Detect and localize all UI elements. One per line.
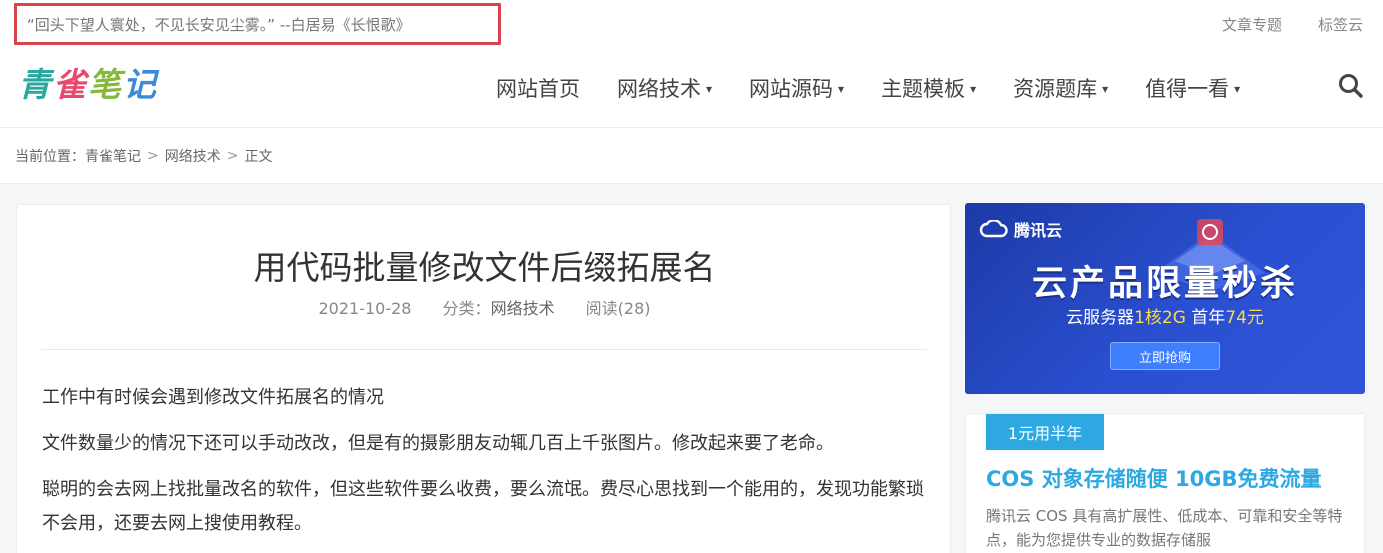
nav-label: 资源题库 <box>1013 77 1098 101</box>
banner-subline: 云服务器1核2G 首年74元 <box>965 303 1365 328</box>
logo-char: 记 <box>123 65 158 104</box>
chevron-down-icon: ▾ <box>1234 82 1241 96</box>
chevron-down-icon: ▾ <box>970 82 977 96</box>
article-date: 2021-10-28 <box>318 299 412 318</box>
article-reads: 阅读(28) <box>585 299 651 318</box>
article-paragraph: 工作中有时候会遇到修改文件拓展名的情况 <box>42 387 384 408</box>
article-paragraph: 文件数量少的情况下还可以手动改改，但是有的摄影朋友动辄几百上千张图片。修改起来要… <box>42 433 834 454</box>
banner-sub-highlight: 1核2G <box>1134 308 1186 328</box>
top-links: 文章专题 标签云 <box>1222 0 1363 48</box>
nav-item-site-source[interactable]: 网站源码 ▾ <box>749 73 844 103</box>
breadcrumb: 当前位置： 青雀笔记 > 网络技术 > 正文 <box>15 146 272 166</box>
cloud-icon <box>979 220 1008 238</box>
category-link[interactable]: 网络技术 <box>491 299 555 318</box>
banner-headline: 云产品限量秒杀 <box>1031 264 1298 304</box>
nav-item-worth-seeing[interactable]: 值得一看 ▾ <box>1145 73 1240 103</box>
article-body: 工作中有时候会遇到修改文件拓展名的情况 文件数量少的情况下还可以手动改改，但是有… <box>42 381 930 553</box>
promo-badge: 1元用半年 <box>986 414 1104 450</box>
banner-sub-text: 云服务器 <box>1066 308 1135 328</box>
main-nav: 网站首页 网络技术 ▾ 网站源码 ▾ 主题模板 ▾ 资源题库 ▾ 值得一看 ▾ <box>496 48 1277 128</box>
banner-sub-highlight: 74元 <box>1225 308 1264 328</box>
site-logo[interactable]: 青 雀 笔 记 <box>18 58 158 106</box>
buy-now-button[interactable]: 立即抢购 <box>1110 342 1220 370</box>
article-title: 用代码批量修改文件后缀拓展名 <box>253 248 716 287</box>
search-icon[interactable] <box>1337 72 1365 100</box>
promo-title-link[interactable]: COS 对象存储随便 10GB免费流量 <box>986 463 1321 493</box>
article-meta: 2021-10-28 分类：网络技术 阅读(28) <box>17 295 952 319</box>
nav-label: 值得一看 <box>1145 77 1230 101</box>
nav-item-home[interactable]: 网站首页 <box>496 73 580 103</box>
nav-label: 主题模板 <box>881 77 966 101</box>
nav-item-resources[interactable]: 资源题库 ▾ <box>1013 73 1108 103</box>
banner-brand: 腾讯云 <box>1014 221 1063 240</box>
cos-promo-card: 1元用半年 COS 对象存储随便 10GB免费流量 腾讯云 COS 具有高扩展性… <box>965 413 1365 553</box>
nav-item-themes[interactable]: 主题模板 ▾ <box>881 73 976 103</box>
category-prefix: 分类： <box>442 299 491 318</box>
nav-item-network-tech[interactable]: 网络技术 ▾ <box>617 73 712 103</box>
logo-char: 青 <box>18 65 53 104</box>
nav-label: 网站首页 <box>496 77 580 101</box>
site-header: 青 雀 笔 记 网站首页 网络技术 ▾ 网站源码 ▾ 主题模板 ▾ 资源题库 ▾… <box>0 48 1383 128</box>
poem-quote: “回头下望人寰处，不见长安见尘雾。” --白居易《长恨歌》 <box>27 15 411 34</box>
chevron-down-icon: ▾ <box>1102 82 1109 96</box>
breadcrumb-separator: > <box>226 148 239 164</box>
logo-char: 笔 <box>88 65 123 104</box>
nav-label: 网络技术 <box>617 77 701 101</box>
chevron-down-icon: ▾ <box>838 82 845 96</box>
article-paragraph: 聪明的会去网上找批量改名的软件，但这些软件要么收费，要么流氓。费尽心思找到一个能… <box>42 479 924 534</box>
tencent-cloud-logo: 腾讯云 <box>979 217 1062 241</box>
breadcrumb-current: 正文 <box>244 149 273 165</box>
chevron-down-icon: ▾ <box>706 82 713 96</box>
quote-box: “回头下望人寰处，不见长安见尘雾。” --白居易《长恨歌》 <box>14 3 501 45</box>
banner-sub-text: 首年 <box>1185 308 1226 328</box>
article-card: 用代码批量修改文件后缀拓展名 2021-10-28 分类：网络技术 阅读(28)… <box>16 204 951 553</box>
breadcrumb-separator: > <box>147 148 159 164</box>
top-bar: “回头下望人寰处，不见长安见尘雾。” --白居易《长恨歌》 文章专题 标签云 <box>0 0 1383 48</box>
promo-description: 腾讯云 COS 具有高扩展性、低成本、可靠和安全等特点，能为您提供专业的数据存储… <box>986 507 1343 549</box>
logo-char: 雀 <box>53 65 88 104</box>
tencent-cloud-banner[interactable]: 腾讯云 云产品限量秒杀 云服务器1核2G 首年74元 立即抢购 <box>965 203 1365 394</box>
article-category: 分类：网络技术 <box>443 299 555 318</box>
divider <box>41 349 927 350</box>
nav-label: 网站源码 <box>749 77 834 101</box>
topics-link[interactable]: 文章专题 <box>1222 14 1282 35</box>
breadcrumb-category[interactable]: 网络技术 <box>165 146 221 166</box>
breadcrumb-prefix: 当前位置： <box>15 149 85 165</box>
tag-cloud-link[interactable]: 标签云 <box>1318 14 1363 35</box>
breadcrumb-home[interactable]: 青雀笔记 <box>85 146 141 166</box>
